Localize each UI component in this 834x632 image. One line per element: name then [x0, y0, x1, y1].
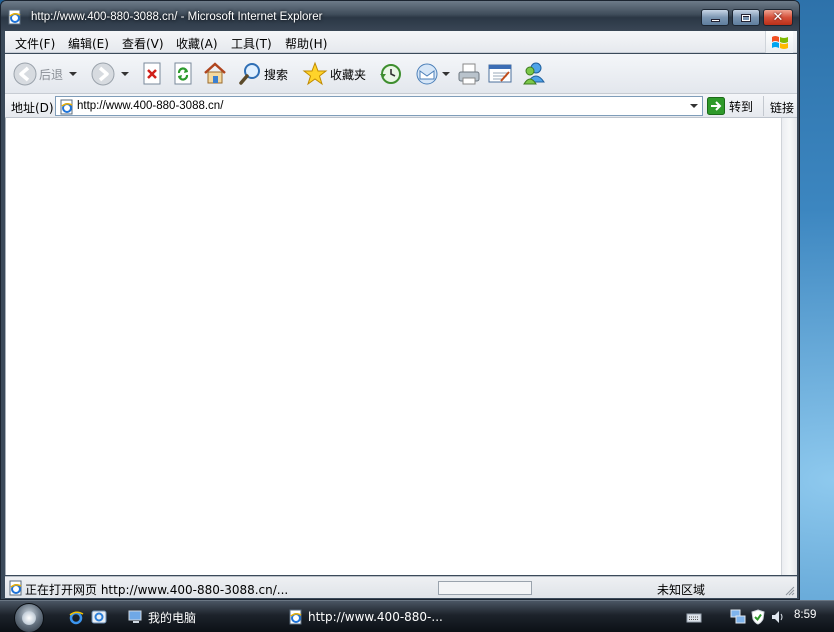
menu-bar: 文件(F) 编辑(E) 查看(V) 收藏(A) 工具(T) 帮助(H) — [5, 31, 797, 53]
close-icon: ✕ — [772, 10, 784, 25]
ie-quicklaunch-icon[interactable] — [68, 609, 84, 625]
forward-arrow-icon — [91, 62, 115, 86]
print-button[interactable] — [456, 61, 482, 87]
title-bar[interactable]: http://www.400-880-3088.cn/ - Microsoft … — [1, 1, 799, 31]
stop-button[interactable] — [141, 62, 163, 86]
edit-page-icon — [488, 64, 512, 83]
messenger-icon — [523, 62, 545, 85]
back-label: 后退 — [39, 67, 64, 82]
taskbar-my-computer[interactable]: 我的电脑 — [128, 605, 196, 629]
keyboard-icon[interactable] — [686, 609, 702, 625]
ie-page-icon — [8, 9, 21, 25]
favorites-star-icon — [302, 61, 328, 86]
back-arrow-icon — [13, 62, 37, 86]
history-icon — [380, 64, 401, 84]
stop-icon — [143, 62, 161, 85]
chevron-down-icon — [690, 104, 698, 108]
forward-button[interactable] — [91, 62, 129, 86]
menu-file[interactable]: 文件(F) — [15, 35, 55, 52]
address-dropdown-button[interactable] — [686, 97, 702, 115]
my-computer-icon — [128, 610, 142, 623]
mail-button[interactable] — [415, 62, 450, 86]
go-button[interactable]: 转到 — [707, 97, 753, 115]
links-button[interactable]: 链接 — [763, 96, 794, 116]
menu-view[interactable]: 查看(V) — [122, 35, 164, 52]
taskbar-my-computer-label: 我的电脑 — [148, 610, 197, 625]
volume-icon[interactable] — [770, 609, 786, 625]
taskbar-ie-label: http://www.400-880-... — [308, 610, 443, 624]
clock[interactable]: 8:59 — [794, 609, 816, 621]
messenger-button[interactable] — [521, 60, 547, 86]
mail-dropdown-icon[interactable] — [442, 72, 450, 76]
menu-help[interactable]: 帮助(H) — [285, 35, 327, 52]
vertical-scrollbar[interactable] — [781, 118, 797, 575]
go-arrow-icon — [707, 97, 725, 115]
search-label: 搜索 — [264, 67, 289, 82]
printer-icon — [458, 63, 480, 85]
favorites-button[interactable]: 收藏夹 — [302, 61, 366, 87]
refresh-icon — [174, 62, 192, 85]
windows-flag-icon — [765, 31, 793, 53]
address-bar: 地址(D) http://www.400-880-3088.cn/ 转到 链接 — [5, 94, 797, 118]
status-text: 正在打开网页 http://www.400-880-3088.cn/... — [25, 583, 289, 597]
windows-orb-icon — [22, 611, 36, 625]
back-dropdown-icon[interactable] — [69, 72, 78, 76]
close-button[interactable]: ✕ — [763, 9, 793, 26]
maximize-button[interactable] — [732, 9, 760, 26]
forward-dropdown-icon[interactable] — [121, 72, 129, 76]
ie-page-icon — [9, 580, 22, 596]
desktop-quicklaunch-icon[interactable] — [91, 609, 107, 625]
status-bar: 正在打开网页 http://www.400-880-3088.cn/... 未知… — [5, 576, 797, 598]
window-title: http://www.400-880-3088.cn/ - Microsoft … — [31, 11, 323, 23]
resize-grip-icon[interactable] — [785, 586, 795, 596]
home-icon — [204, 62, 226, 84]
taskbar: 我的电脑 http://www.400-880-... 8:59 — [0, 600, 834, 632]
page-content[interactable] — [5, 118, 781, 575]
taskbar-ie-window[interactable]: http://www.400-880-... — [288, 605, 443, 629]
go-label: 转到 — [729, 99, 754, 114]
favorites-label: 收藏夹 — [330, 67, 367, 82]
menu-edit[interactable]: 编辑(E) — [68, 35, 109, 52]
maximize-icon — [741, 13, 751, 22]
start-button[interactable] — [14, 603, 44, 632]
home-button[interactable] — [202, 60, 228, 86]
progress-bar — [438, 581, 532, 595]
security-shield-icon[interactable] — [750, 609, 766, 625]
network-icon[interactable] — [730, 609, 746, 625]
mail-icon — [416, 63, 438, 85]
address-url[interactable]: http://www.400-880-3088.cn/ — [77, 100, 223, 112]
ie-page-icon — [289, 609, 302, 625]
address-input[interactable]: http://www.400-880-3088.cn/ — [55, 96, 703, 116]
minimize-icon — [710, 18, 720, 22]
menu-favorites[interactable]: 收藏(A) — [176, 35, 218, 52]
search-icon — [239, 63, 260, 85]
menu-tools[interactable]: 工具(T) — [231, 35, 272, 52]
security-zone: 未知区域 — [657, 583, 706, 597]
standard-toolbar: 后退 搜索 收藏夹 — [5, 54, 797, 94]
ie-page-icon — [60, 99, 73, 115]
minimize-button[interactable] — [701, 9, 729, 26]
ie-window: http://www.400-880-3088.cn/ - Microsoft … — [0, 0, 800, 600]
back-button[interactable]: 后退 — [13, 62, 78, 86]
refresh-button[interactable] — [172, 62, 194, 86]
search-button[interactable]: 搜索 — [238, 62, 288, 86]
history-button[interactable] — [378, 62, 402, 86]
edit-button[interactable] — [487, 62, 513, 86]
links-label: 链接 — [770, 101, 795, 115]
address-label: 地址(D) — [11, 101, 54, 115]
